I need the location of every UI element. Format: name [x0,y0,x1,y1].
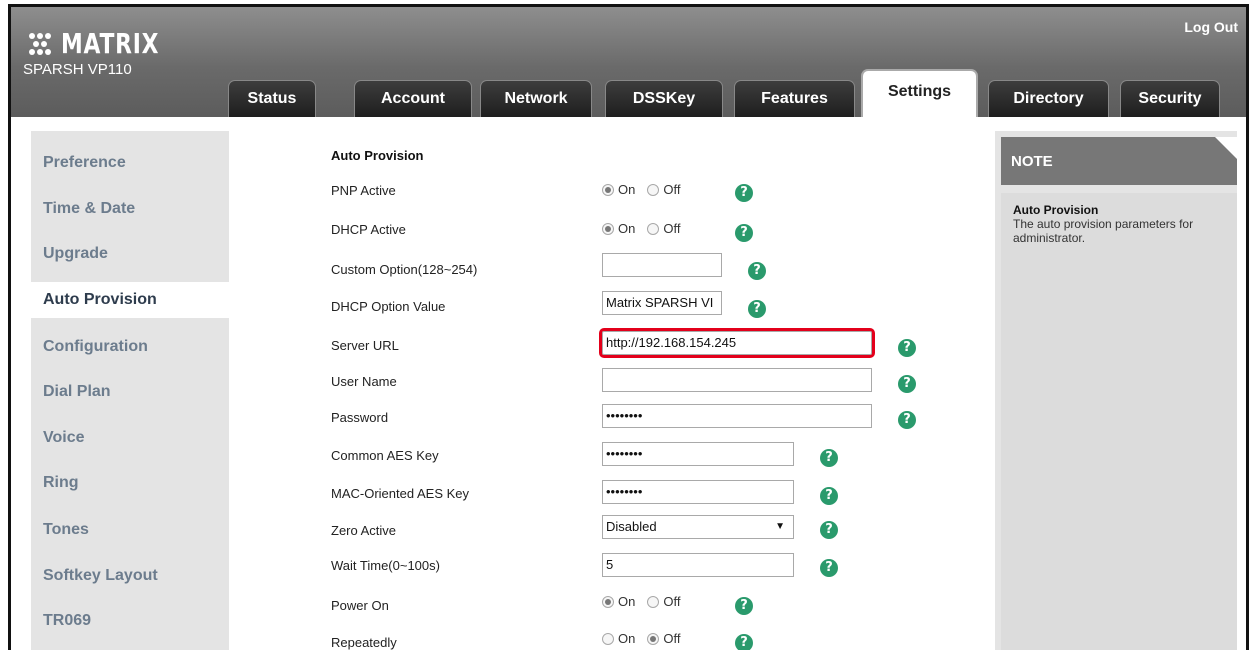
note-heading: NOTE [1001,137,1237,185]
auto-provision-form: Auto Provision PNP Active On Off ? DHCP … [229,131,984,650]
tab-features[interactable]: Features [734,80,855,117]
sidebar-item-configuration[interactable]: Configuration [31,329,229,365]
custom-option-input[interactable] [602,253,722,277]
section-title: Auto Provision [331,148,424,163]
radio-off-label: Off [663,182,681,197]
question-circle-icon[interactable]: ? [820,559,838,577]
sidebar-item-auto-provision[interactable]: Auto Provision [31,282,231,318]
note-title: Auto Provision [1013,203,1099,217]
radio-on-label: On [618,182,636,197]
common-aes-key-label: Common AES Key [331,448,439,463]
logout-link[interactable]: Log Out [1184,19,1238,35]
power-on-radio-group: On Off [602,594,688,609]
question-circle-icon[interactable]: ? [898,411,916,429]
mac-aes-key-label: MAC-Oriented AES Key [331,486,469,501]
note-text: The auto provision parameters for admini… [1013,217,1194,245]
zero-active-label: Zero Active [331,523,397,538]
question-circle-icon[interactable]: ? [820,449,838,467]
question-circle-icon[interactable]: ? [735,184,753,202]
question-circle-icon[interactable]: ? [748,262,766,280]
tab-status[interactable]: Status [228,80,316,117]
dhcp-active-on-radio[interactable] [602,222,614,235]
matrix-logo: MATRIX [29,26,187,60]
question-circle-icon[interactable]: ? [898,339,916,357]
matrix-logo-icon [29,31,55,55]
custom-option-label: Custom Option(128~254) [331,262,478,277]
device-model: SPARSH VP110 [23,61,132,78]
mac-aes-key-input[interactable]: •••••••• [602,480,794,504]
sidebar-item-voice[interactable]: Voice [31,420,229,456]
question-circle-icon[interactable]: ? [898,375,916,393]
power-on-label: Power On [331,598,389,613]
password-label: Password [331,410,389,425]
note-panel: NOTE Auto Provision The auto provision p… [995,131,1237,650]
sidebar-item-upgrade[interactable]: Upgrade [31,236,229,272]
password-input[interactable]: •••••••• [602,404,872,428]
sidebar-item-dial-plan[interactable]: Dial Plan [31,374,229,410]
dhcp-active-off-radio[interactable] [647,222,660,235]
radio-on-label: On [618,221,636,236]
note-heading-text: NOTE [1011,153,1053,170]
sidebar-item-ring[interactable]: Ring [31,465,229,501]
question-circle-icon[interactable]: ? [748,300,766,318]
pnp-active-on-radio[interactable] [602,183,614,196]
tab-settings[interactable]: Settings [861,69,978,117]
tab-account[interactable]: Account [354,80,472,117]
power-on-off-radio[interactable] [647,595,660,608]
server-url-input[interactable]: http://192.168.154.245 [599,328,875,358]
radio-on-label: On [618,594,636,609]
radio-off-label: Off [663,221,681,236]
page-fold-icon [1215,137,1237,159]
common-aes-key-input[interactable]: •••••••• [602,442,794,466]
radio-off-label: Off [663,631,681,646]
tab-directory[interactable]: Directory [988,80,1109,117]
question-circle-icon[interactable]: ? [820,487,838,505]
tab-dsskey[interactable]: DSSKey [605,80,723,117]
question-circle-icon[interactable]: ? [735,224,753,242]
dhcp-option-value-label: DHCP Option Value [331,299,446,314]
browser-frame: MATRIX SPARSH VP110 Log Out Status Accou… [8,4,1249,650]
sidebar-item-tones[interactable]: Tones [31,512,229,548]
question-circle-icon[interactable]: ? [820,521,838,539]
note-body: Auto Provision The auto provision parame… [1001,193,1237,650]
question-circle-icon[interactable]: ? [735,634,753,650]
pnp-active-off-radio[interactable] [647,183,660,196]
tab-security[interactable]: Security [1120,80,1220,117]
repeatedly-label: Repeatedly [331,635,397,650]
header-bar: MATRIX SPARSH VP110 Log Out Status Accou… [11,7,1246,117]
caret-down-icon: ▼ [775,521,785,532]
server-url-label: Server URL [331,338,399,353]
sidebar: Preference Time & Date Upgrade Auto Prov… [31,131,231,650]
dhcp-active-label: DHCP Active [331,222,406,237]
repeatedly-off-radio[interactable] [647,632,660,645]
tab-network[interactable]: Network [480,80,592,117]
user-name-label: User Name [331,374,397,389]
sidebar-item-tr069[interactable]: TR069 [31,603,229,639]
dhcp-option-value-input[interactable]: Matrix SPARSH VI [602,291,722,315]
repeatedly-on-radio[interactable] [602,632,614,645]
repeatedly-radio-group: On Off [602,631,688,646]
question-circle-icon[interactable]: ? [735,597,753,615]
zero-active-select[interactable]: Disabled ▼ [602,515,794,539]
sidebar-item-preference[interactable]: Preference [31,145,229,181]
wait-time-input[interactable]: 5 [602,553,794,577]
sidebar-item-time-date[interactable]: Time & Date [31,191,229,227]
pnp-active-label: PNP Active [331,183,396,198]
user-name-input[interactable] [602,368,872,392]
sidebar-item-softkey-layout[interactable]: Softkey Layout [31,558,229,594]
radio-on-label: On [618,631,636,646]
wait-time-label: Wait Time(0~100s) [331,558,440,573]
brand-name: MATRIX [61,26,160,60]
radio-off-label: Off [663,594,681,609]
power-on-on-radio[interactable] [602,595,614,608]
zero-active-selected-value: Disabled [606,519,657,534]
dhcp-active-radio-group: On Off [602,221,688,236]
pnp-active-radio-group: On Off [602,182,688,197]
